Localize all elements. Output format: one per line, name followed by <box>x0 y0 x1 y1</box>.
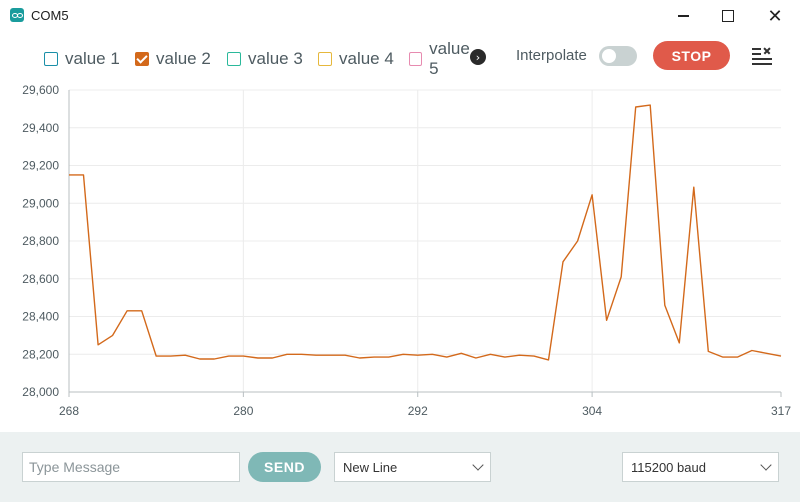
legend-checkbox[interactable] <box>227 52 241 66</box>
legend-checkbox[interactable] <box>135 52 149 66</box>
y-tick-label: 28,200 <box>22 347 59 361</box>
series-line-value-2 <box>69 104 782 361</box>
y-tick-label: 28,400 <box>22 310 59 324</box>
title-bar: COM5 ✕ <box>0 0 800 32</box>
legend-item-value-1[interactable]: value 1 <box>44 49 120 69</box>
arduino-app-icon <box>10 8 24 22</box>
serial-plot-chart: 28,000 28,200 28,400 28,600 28,800 29,000 29,2… <box>22 83 791 418</box>
plot-area: 28,000 28,200 28,400 28,600 28,800 29,000 29,2… <box>0 78 800 418</box>
legend-label: value 1 <box>65 49 120 68</box>
toggle-knob <box>602 49 616 63</box>
x-tick-label: 280 <box>233 404 253 418</box>
maximize-button[interactable] <box>705 0 751 32</box>
bottom-bar: SEND New Line 115200 baud <box>0 432 800 502</box>
legend-label: value 3 <box>248 49 303 68</box>
chevron-right-icon[interactable]: › <box>470 49 486 65</box>
plotter-toolbar: value 1 value 2 value 3 value 4 value 5 … <box>0 38 800 76</box>
close-icon: ✕ <box>767 5 783 27</box>
window-title: COM5 <box>31 8 69 23</box>
legend-label: value 2 <box>156 49 211 68</box>
y-tick-label: 29,000 <box>22 196 59 210</box>
x-tick-label: 304 <box>582 404 602 418</box>
minimize-button[interactable] <box>660 0 706 32</box>
minimize-icon <box>677 15 689 17</box>
x-tick-label: 292 <box>408 404 428 418</box>
y-tick-label: 29,200 <box>22 159 59 173</box>
stop-button[interactable]: STOP <box>653 41 730 70</box>
x-tick-label: 317 <box>771 404 791 418</box>
message-input[interactable] <box>22 452 240 482</box>
y-tick-label: 28,000 <box>22 385 59 399</box>
legend-checkbox[interactable] <box>318 52 332 66</box>
x-tick-label: 268 <box>59 404 79 418</box>
close-button[interactable]: ✕ <box>752 0 798 32</box>
maximize-icon <box>722 10 734 22</box>
legend-item-value-2[interactable]: value 2 <box>135 49 211 69</box>
send-button[interactable]: SEND <box>248 452 321 482</box>
clear-list-icon[interactable] <box>752 46 772 65</box>
legend-checkbox[interactable] <box>44 52 58 66</box>
line-ending-select[interactable]: New Line <box>334 452 491 482</box>
legend-label: value 4 <box>339 49 394 68</box>
legend: value 1 value 2 value 3 value 4 value 5 <box>40 38 480 76</box>
interpolate-label: Interpolate <box>516 47 587 64</box>
y-tick-label: 28,800 <box>22 234 59 248</box>
y-tick-label: 29,600 <box>22 83 59 97</box>
chevron-down-icon <box>760 459 772 471</box>
y-tick-label: 29,400 <box>22 121 59 135</box>
line-ending-value: New Line <box>343 459 398 475</box>
legend-item-value-4[interactable]: value 4 <box>318 49 394 69</box>
legend-item-value-3[interactable]: value 3 <box>227 49 303 69</box>
baud-rate-value: 115200 baud <box>631 459 706 475</box>
interpolate-toggle[interactable] <box>599 46 637 66</box>
y-tick-label: 28,600 <box>22 272 59 286</box>
baud-rate-select[interactable]: 115200 baud <box>622 452 779 482</box>
chevron-down-icon <box>472 459 484 471</box>
legend-checkbox[interactable] <box>409 52 423 66</box>
